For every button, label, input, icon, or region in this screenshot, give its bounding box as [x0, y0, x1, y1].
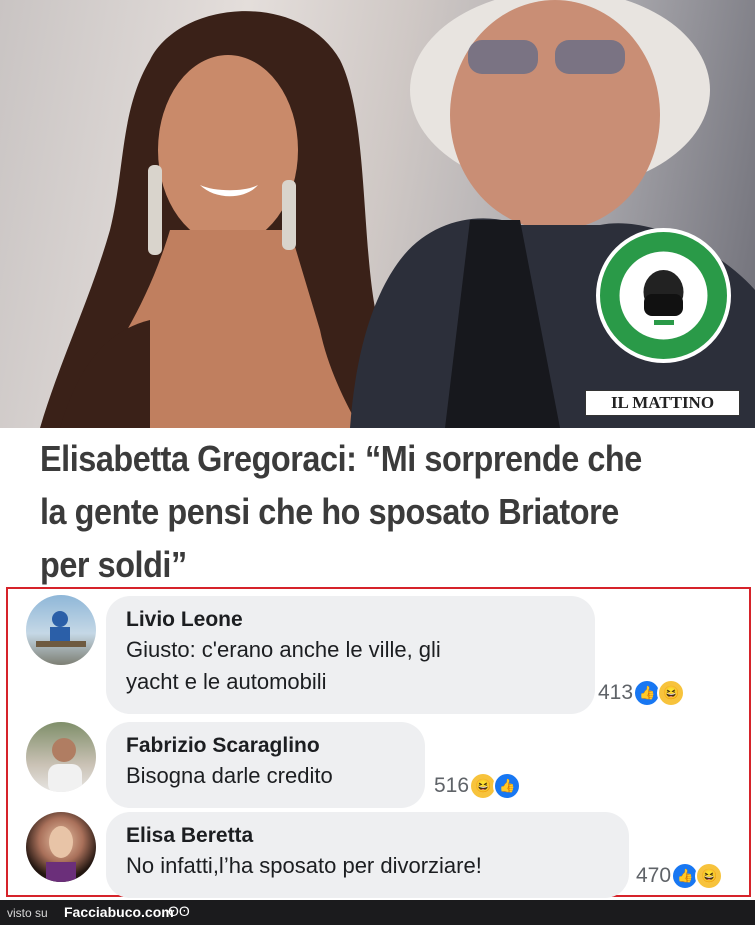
comment-text-line: Giusto: c'erano anche le ville, gli	[126, 637, 441, 662]
comment-text-line: yacht e le automobili	[126, 669, 327, 694]
reaction-summary[interactable]: 516 😆 👍	[434, 772, 522, 800]
comment-bubble: Livio Leone Giusto: c'erano anche le vil…	[106, 596, 595, 714]
comment-text-line: Bisogna darle credito	[126, 763, 333, 788]
avatar[interactable]	[26, 595, 96, 665]
comment-bubble: Fabrizio Scaraglino Bisogna darle credit…	[106, 722, 425, 808]
reaction-summary[interactable]: 413 👍 😆	[598, 679, 686, 707]
comment-bubble: Elisa Beretta No infatti,l’ha sposato pe…	[106, 812, 629, 898]
haha-icon: 😆	[695, 862, 724, 890]
reaction-count: 413	[598, 681, 634, 704]
comment-text-line: No infatti,l’ha sposato per divorziare!	[126, 853, 482, 878]
photo-illustration	[40, 0, 755, 428]
avatar[interactable]	[26, 812, 96, 882]
commenter-name[interactable]: Fabrizio Scaraglino	[126, 732, 405, 760]
post-headline: Elisabetta Gregoraci: “Mi sorprende che …	[40, 438, 642, 585]
like-icon: 👍	[493, 772, 522, 800]
person-portrait-icon	[48, 738, 82, 792]
reaction-summary[interactable]: 470 👍 😆	[636, 862, 724, 890]
person-figure-icon	[36, 611, 86, 647]
person-portrait-icon	[46, 826, 76, 882]
haha-icon: 😆	[657, 679, 686, 707]
avatar[interactable]	[26, 722, 96, 792]
post-photo: IL MATTINO	[0, 0, 755, 428]
comments-section: Livio Leone Giusto: c'erano anche le vil…	[6, 587, 751, 898]
mascot-icon: ʘʘ	[168, 903, 190, 919]
post-card: IL MATTINO Elisabetta Gregoraci: “Mi sor…	[0, 0, 755, 900]
reaction-count: 516	[434, 774, 470, 797]
watermark-footer: visto su Facciabuco.com ʘʘ	[0, 900, 755, 925]
site-name[interactable]: Facciabuco.com	[64, 904, 174, 920]
il-mattino-logo: IL MATTINO	[585, 390, 740, 416]
commenter-name[interactable]: Elisa Beretta	[126, 822, 609, 850]
reaction-count: 470	[636, 864, 672, 887]
commenter-name[interactable]: Livio Leone	[126, 606, 575, 634]
visto-su-label: visto su	[7, 906, 48, 920]
commenti-memorabili-logo	[596, 228, 731, 363]
bearded-face-icon	[619, 251, 708, 340]
